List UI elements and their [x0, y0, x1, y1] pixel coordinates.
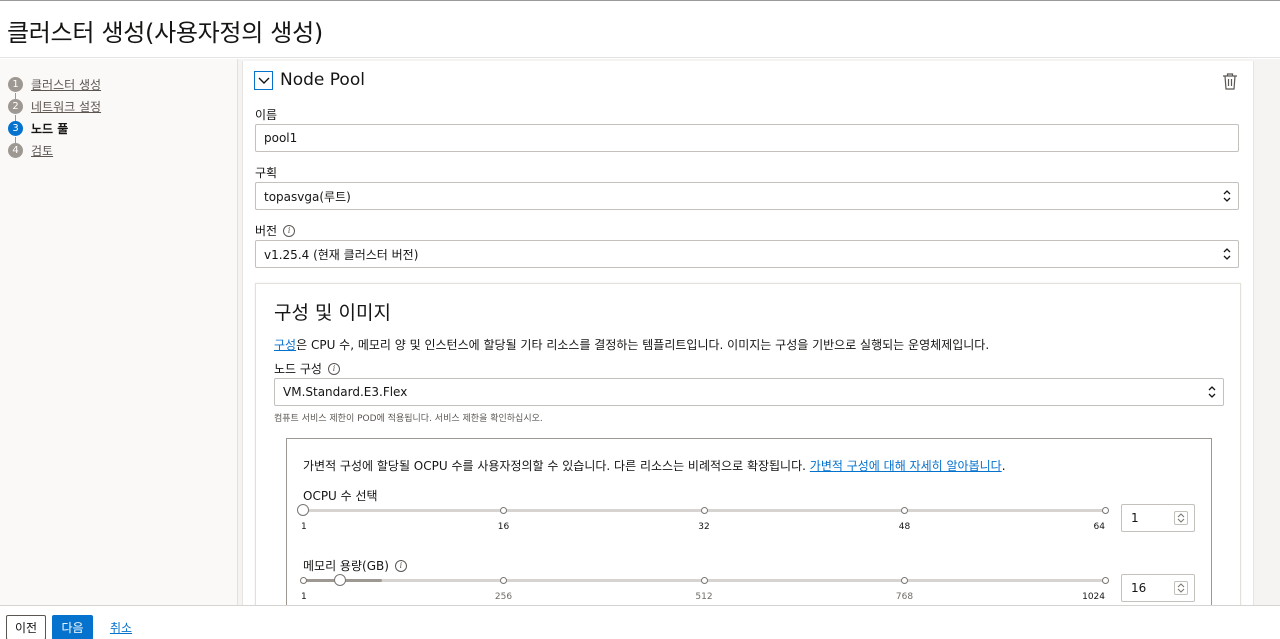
select-arrows-icon — [1223, 248, 1231, 260]
select-arrows-icon — [1223, 190, 1231, 202]
name-label: 이름 — [255, 108, 278, 122]
node-shape-label: 노드 구성 — [274, 362, 322, 376]
node-shape-select[interactable]: VM.Standard.E3.Flex — [274, 378, 1224, 406]
compartment-value: topasvga(루트) — [264, 189, 351, 204]
compartment-label: 구획 — [255, 166, 278, 180]
spinner-arrows-icon[interactable] — [1174, 581, 1188, 595]
step-review[interactable]: 4 검토 — [8, 141, 53, 159]
previous-button[interactable]: 이전 — [6, 615, 46, 639]
memory-slider-tick — [299, 577, 307, 584]
memory-slider-tick-label: 1 — [301, 592, 307, 602]
cancel-link[interactable]: 취소 — [108, 615, 134, 639]
info-icon[interactable]: i — [394, 559, 407, 572]
version-label-row: 버전 i — [255, 222, 296, 239]
node-pool-title: Node Pool — [280, 70, 365, 90]
step-label[interactable]: 검토 — [31, 142, 53, 159]
shape-section-title: 구성 및 이미지 — [274, 302, 391, 324]
name-input[interactable]: pool1 — [255, 124, 1239, 152]
trash-icon[interactable] — [1222, 72, 1238, 90]
shape-link[interactable]: 구성 — [274, 338, 296, 352]
main-content[interactable]: Node Pool 이름 pool1 구획 topasvga(루트) 버전 i … — [238, 59, 1280, 618]
collapse-toggle-button[interactable] — [254, 71, 273, 90]
chevron-down-icon — [258, 77, 269, 84]
ocpu-slider-tick-label: 32 — [698, 522, 710, 532]
ocpu-slider-tick — [901, 507, 908, 514]
step-number: 3 — [8, 120, 23, 136]
ocpu-slider-tick-label: 64 — [1093, 522, 1105, 532]
select-arrows-icon — [1208, 386, 1216, 398]
compartment-select[interactable]: topasvga(루트) — [255, 182, 1239, 210]
ocpu-label: OCPU 수 선택 — [303, 489, 378, 503]
shape-image-section: 구성 및 이미지 구성은 CPU 수, 메모리 양 및 인스턴스에 할당될 기타… — [255, 283, 1241, 618]
version-select[interactable]: v1.25.4 (현재 클러스터 버전) — [255, 240, 1239, 268]
ocpu-slider-tick — [500, 507, 507, 514]
memory-label: 메모리 용량(GB) — [303, 559, 389, 573]
service-limit-hint: 컴퓨트 서비스 제한이 POD에 적용됩니다. 서비스 제한을 확인하십시오. — [274, 414, 543, 424]
node-shape-value: VM.Standard.E3.Flex — [283, 385, 408, 399]
step-label[interactable]: 클러스터 생성 — [31, 76, 101, 93]
ocpu-slider-tick — [1101, 507, 1109, 514]
page-header: 클러스터 생성(사용자정의 생성) — [0, 1, 1280, 58]
memory-slider-tick — [1101, 577, 1109, 584]
ocpu-slider-thumb[interactable] — [297, 504, 309, 516]
flex-description-text: 가변적 구성에 할당될 OCPU 수를 사용자정의할 수 있습니다. 다른 리소… — [303, 459, 806, 473]
step-number: 2 — [8, 98, 23, 114]
wizard-steps: 1 클러스터 생성 2 네트워크 설정 3 노드 풀 4 검토 — [0, 59, 238, 605]
step-number: 1 — [8, 76, 23, 92]
memory-slider-tick-label: 768 — [895, 592, 914, 602]
step-node-pool: 3 노드 풀 — [8, 119, 68, 137]
ocpu-value: 1 — [1131, 511, 1139, 525]
spinner-arrows-icon[interactable] — [1174, 511, 1188, 525]
version-label: 버전 — [255, 224, 278, 238]
version-value: v1.25.4 (현재 클러스터 버전) — [264, 247, 419, 262]
ocpu-slider-tick — [700, 507, 708, 514]
step-number: 4 — [8, 142, 23, 158]
ocpu-stepper[interactable]: 1 — [1121, 504, 1195, 532]
page-title: 클러스터 생성(사용자정의 생성) — [7, 19, 323, 47]
info-icon[interactable]: i — [283, 224, 296, 237]
flex-shape-config: 가변적 구성에 할당될 OCPU 수를 사용자정의할 수 있습니다. 다른 리소… — [286, 438, 1212, 618]
node-shape-label-row: 노드 구성 i — [274, 360, 340, 377]
flex-description-period: . — [1001, 459, 1006, 473]
memory-label-row: 메모리 용량(GB) i — [303, 557, 407, 574]
memory-slider-tick — [901, 577, 908, 584]
memory-slider-thumb[interactable] — [333, 574, 346, 586]
ocpu-slider-tick-label: 1 — [301, 522, 307, 532]
memory-slider-tick — [500, 577, 507, 584]
node-pool-panel: Node Pool 이름 pool1 구획 topasvga(루트) 버전 i … — [242, 61, 1254, 618]
flex-learn-more-link[interactable]: 가변적 구성에 대해 자세히 알아봅니다 — [810, 459, 1002, 473]
step-create-cluster[interactable]: 1 클러스터 생성 — [8, 75, 101, 93]
wizard-footer: 이전 다음 취소 — [0, 605, 1280, 639]
step-label: 노드 풀 — [31, 121, 69, 136]
memory-stepper[interactable]: 16 — [1121, 574, 1195, 602]
ocpu-slider-tick-label: 16 — [497, 522, 510, 532]
memory-slider-tick — [700, 577, 708, 584]
flex-description: 가변적 구성에 할당될 OCPU 수를 사용자정의할 수 있습니다. 다른 리소… — [303, 457, 1006, 474]
memory-slider-tick-label: 1024 — [1082, 592, 1105, 602]
step-label[interactable]: 네트워크 설정 — [31, 98, 101, 115]
memory-slider-tick-label: 256 — [494, 592, 513, 602]
ocpu-slider-tick-label: 48 — [898, 522, 911, 532]
step-network-setup[interactable]: 2 네트워크 설정 — [8, 97, 101, 115]
memory-slider-tick-label: 512 — [695, 592, 713, 602]
info-icon[interactable]: i — [327, 362, 340, 375]
memory-value: 16 — [1131, 581, 1147, 595]
shape-description-text: 은 CPU 수, 메모리 양 및 인스턴스에 할당될 기타 리소스를 결정하는 … — [296, 338, 990, 352]
next-button[interactable]: 다음 — [52, 615, 93, 639]
shape-description: 구성은 CPU 수, 메모리 양 및 인스턴스에 할당될 기타 리소스를 결정하… — [274, 336, 989, 353]
